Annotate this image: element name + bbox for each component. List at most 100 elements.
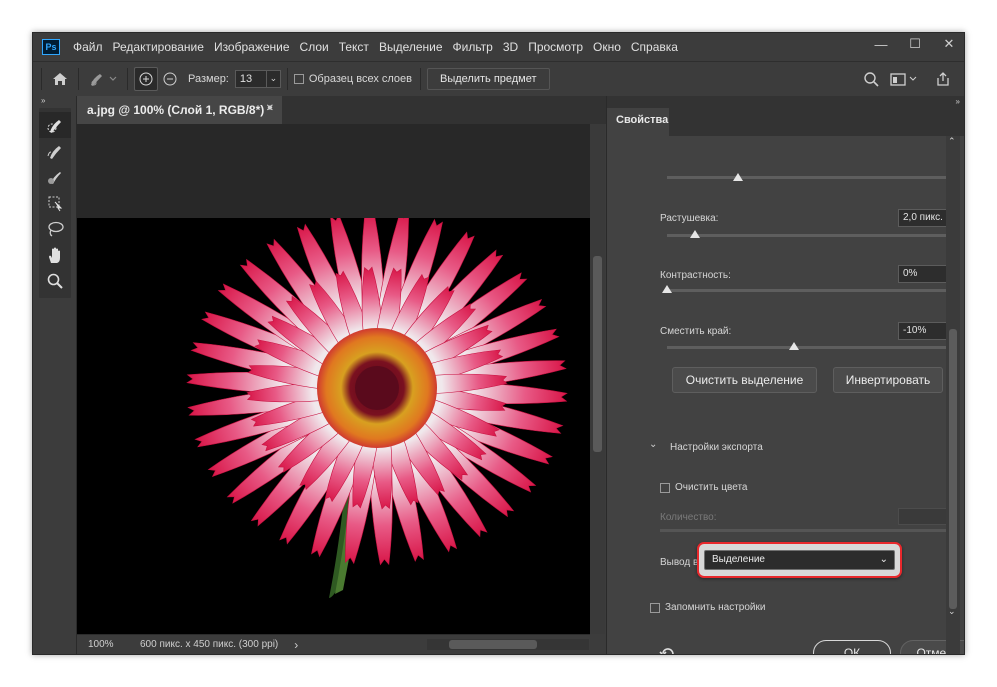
share-icon[interactable]	[931, 67, 955, 91]
status-bar: 100% 600 пикс. x 450 пикс. (300 ppi) ›	[77, 634, 590, 654]
scroll-down-icon[interactable]: ⌄	[948, 606, 956, 617]
hand-tool-icon[interactable]	[39, 242, 71, 268]
status-menu-arrow[interactable]: ›	[294, 638, 298, 652]
panel-scrollbar[interactable]: ⌃ ⌄	[946, 136, 960, 654]
shift-edge-slider-thumb[interactable]	[788, 342, 799, 350]
reset-icon[interactable]	[659, 645, 677, 654]
menu-image[interactable]: Изображение	[209, 33, 295, 61]
menu-layers[interactable]: Слои	[295, 33, 334, 61]
properties-tab[interactable]: Свойства	[607, 108, 669, 136]
subtract-from-selection-icon[interactable]	[158, 67, 182, 91]
shift-edge-slider-track[interactable]	[667, 346, 949, 349]
document-canvas[interactable]	[77, 210, 590, 634]
zoom-level[interactable]: 100%	[88, 639, 128, 650]
close-button[interactable]: ✕	[932, 33, 964, 55]
amount-input	[898, 508, 948, 525]
clear-selection-button[interactable]: Очистить выделение	[672, 367, 817, 393]
contrast-slider-thumb[interactable]	[662, 285, 672, 293]
properties-panel: » Свойства Растушевка: 2,0 пикс. Контрас…	[607, 96, 964, 654]
remember-settings-checkbox[interactable]	[650, 603, 660, 613]
feather-slider-track[interactable]	[667, 234, 949, 237]
menu-window[interactable]: Окно	[588, 33, 626, 61]
select-subject-button[interactable]: Выделить предмет	[427, 67, 550, 90]
canvas-vertical-scrollbar[interactable]	[590, 124, 605, 634]
refine-edge-brush-icon[interactable]	[39, 138, 71, 164]
menu-filter[interactable]: Фильтр	[448, 33, 498, 61]
shift-edge-label: Сместить край:	[660, 326, 732, 337]
canvas-horizontal-scrollbar[interactable]	[427, 639, 589, 650]
options-bar: Размер: 13 ⌄ Образец всех слоев Выделить…	[33, 61, 964, 95]
divider	[127, 67, 128, 90]
menu-select[interactable]: Выделение	[374, 33, 448, 61]
canvas-area[interactable]	[77, 124, 590, 634]
maximize-button[interactable]: ☐	[898, 33, 932, 55]
chevron-down-icon[interactable]: ⌄	[649, 439, 657, 450]
document-title: a.jpg @ 100% (Слой 1, RGB/8*) *	[87, 103, 273, 117]
workspace-icon[interactable]	[887, 67, 921, 91]
close-tab-icon[interactable]: ✕	[266, 103, 274, 114]
panel-header: » Свойства	[607, 96, 964, 136]
zoom-tool-icon[interactable]	[39, 268, 71, 294]
amount-label: Количество:	[660, 512, 717, 523]
panel-scrollbar-thumb[interactable]	[949, 329, 957, 609]
quick-selection-tool-icon[interactable]	[39, 112, 71, 138]
divider	[41, 67, 42, 90]
collapse-panel-icon[interactable]: »	[956, 97, 960, 106]
divider	[286, 67, 288, 90]
search-icon[interactable]	[859, 67, 883, 91]
object-selection-tool-icon[interactable]	[39, 190, 71, 216]
photoshop-window: Ps Файл Редактирование Изображение Слои …	[32, 32, 965, 655]
flower-image	[186, 210, 568, 598]
shift-edge-input[interactable]: -10%	[898, 322, 948, 340]
size-input[interactable]: 13	[234, 69, 267, 88]
tools-panel: »	[33, 96, 77, 654]
menu-bar: Ps Файл Редактирование Изображение Слои …	[33, 33, 964, 61]
minimize-button[interactable]: —	[864, 33, 898, 55]
decontaminate-colors-checkbox[interactable]	[660, 483, 670, 493]
brush-preset-icon[interactable]	[85, 67, 121, 91]
menu-help[interactable]: Справка	[626, 33, 683, 61]
divider	[420, 67, 422, 90]
document-dimensions: 600 пикс. x 450 пикс. (300 ppi)	[140, 639, 279, 650]
size-dropdown-button[interactable]: ⌄	[266, 69, 281, 88]
scroll-up-icon[interactable]: ⌃	[948, 136, 956, 147]
contrast-slider-track[interactable]	[667, 289, 949, 292]
feather-input[interactable]: 2,0 пикс.	[898, 209, 948, 227]
document-tab-bar: a.jpg @ 100% (Слой 1, RGB/8*) * ✕	[77, 96, 606, 124]
sample-all-layers-label: Образец всех слоев	[308, 72, 413, 85]
output-highlight-frame: Выделение ⌄	[697, 542, 902, 578]
remember-settings-label: Запомнить настройки	[665, 602, 766, 613]
brush-tool-icon[interactable]	[39, 164, 71, 190]
vertical-scrollbar-thumb[interactable]	[593, 256, 602, 452]
document-tab[interactable]: a.jpg @ 100% (Слой 1, RGB/8*) * ✕	[77, 96, 282, 124]
menu-view[interactable]: Просмотр	[523, 33, 588, 61]
output-to-select[interactable]: Выделение ⌄	[704, 550, 895, 570]
decontaminate-colors-label: Очистить цвета	[675, 482, 748, 493]
feather-slider-thumb[interactable]	[690, 230, 701, 238]
output-to-value: Выделение	[712, 554, 765, 565]
add-to-selection-icon[interactable]	[134, 66, 158, 91]
chevron-down-icon: ⌄	[879, 554, 888, 565]
menu-file[interactable]: Файл	[68, 33, 108, 61]
window-controls: — ☐ ✕	[864, 33, 964, 61]
home-icon[interactable]	[48, 67, 72, 91]
lasso-tool-icon[interactable]	[39, 216, 71, 242]
menu-3d[interactable]: 3D	[498, 33, 523, 61]
export-settings-title[interactable]: Настройки экспорта	[670, 442, 763, 453]
menu-type[interactable]: Текст	[334, 33, 374, 61]
sample-all-layers-checkbox[interactable]	[293, 73, 304, 84]
menu-edit[interactable]: Редактирование	[108, 33, 209, 61]
invert-button[interactable]: Инвертировать	[833, 367, 943, 393]
contrast-input[interactable]: 0%	[898, 265, 948, 283]
photoshop-logo[interactable]: Ps	[42, 39, 60, 55]
tool-list	[39, 108, 71, 298]
ok-button[interactable]: ОК	[813, 640, 891, 654]
radius-slider-thumb[interactable]	[732, 173, 743, 181]
horizontal-scrollbar-thumb[interactable]	[449, 640, 537, 649]
collapse-toolbar-icon[interactable]: »	[33, 96, 76, 108]
flower-core	[355, 366, 399, 410]
chevron-down-icon: ⌄	[269, 73, 278, 83]
amount-slider-track	[660, 529, 949, 532]
radius-slider-track[interactable]	[667, 176, 949, 179]
size-label: Размер:	[188, 72, 229, 85]
